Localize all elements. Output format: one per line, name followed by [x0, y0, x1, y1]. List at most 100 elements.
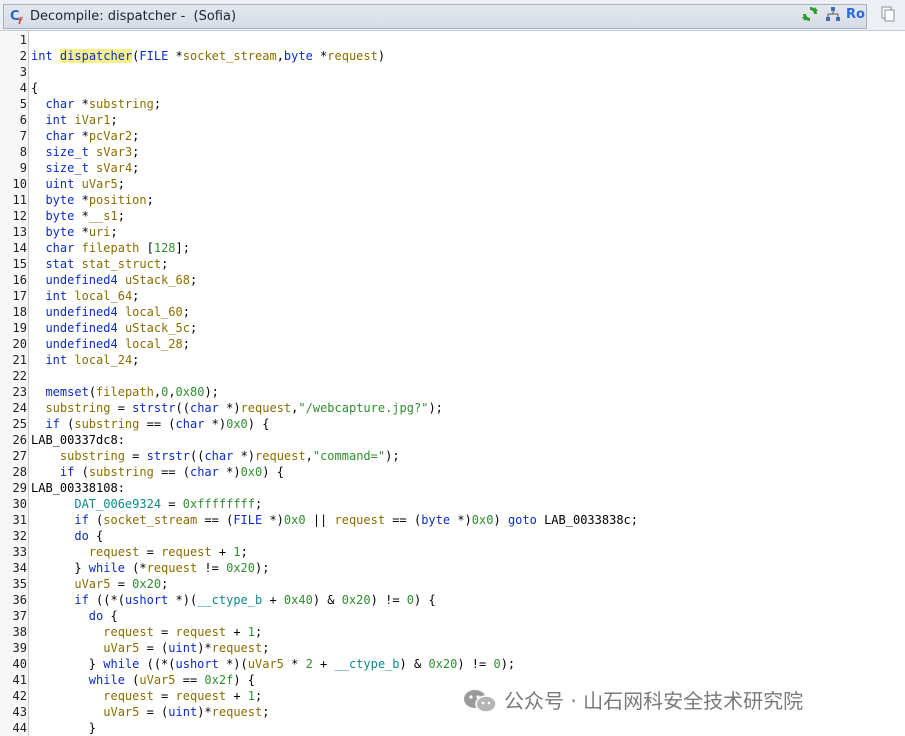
- code-line[interactable]: 38 request = request + 1;: [0, 624, 905, 640]
- line-number: 21: [12, 353, 27, 367]
- title-bar: Cf Decompile: dispatcher - (Sofia) Ro: [0, 0, 905, 31]
- line-number: 41: [12, 673, 27, 687]
- code-line[interactable]: 37 do {: [0, 608, 905, 624]
- code-text: if (socket_stream == (FILE *)0x0 || requ…: [74, 513, 638, 527]
- code-text: request = request + 1;: [88, 545, 248, 559]
- refresh-icon[interactable]: [801, 5, 819, 25]
- code-line[interactable]: 14 char filepath [128];: [0, 240, 905, 256]
- code-text: if (substring == (char *)0x0) {: [59, 465, 284, 479]
- code-line[interactable]: 9 size_t sVar4;: [0, 160, 905, 176]
- watermark: 公众号 · 山石网科安全技术研究院: [462, 683, 892, 719]
- copy-icon[interactable]: [879, 5, 897, 25]
- code-line[interactable]: 21 int local_24;: [0, 352, 905, 368]
- line-number: 34: [12, 561, 27, 575]
- code-line[interactable]: 11 byte *position;: [0, 192, 905, 208]
- decompiler-icon: Cf: [10, 9, 22, 27]
- line-number: 36: [12, 593, 27, 607]
- code-line[interactable]: 17 int local_64;: [0, 288, 905, 304]
- code-line[interactable]: 8 size_t sVar3;: [0, 144, 905, 160]
- code-line[interactable]: 33 request = request + 1;: [0, 544, 905, 560]
- code-text: char *substring;: [45, 97, 162, 111]
- code-line[interactable]: 6 int iVar1;: [0, 112, 905, 128]
- code-line[interactable]: 16 undefined4 uStack_68;: [0, 272, 905, 288]
- code-line[interactable]: 31 if (socket_stream == (FILE *)0x0 || r…: [0, 512, 905, 528]
- code-text: uVar5 = (uint)*request;: [103, 641, 270, 655]
- code-text: undefined4 uStack_5c;: [45, 321, 198, 335]
- code-text: LAB_00337dc8:: [31, 433, 125, 447]
- code-text: byte *__s1;: [45, 209, 125, 223]
- code-line[interactable]: 39 uVar5 = (uint)*request;: [0, 640, 905, 656]
- code-line[interactable]: 2 int dispatcher(FILE *socket_stream,byte…: [0, 48, 905, 64]
- code-line[interactable]: 1: [0, 32, 905, 48]
- line-number: 9: [19, 161, 27, 175]
- code-lines: 1 2 int dispatcher(FILE *socket_stream,byt…: [0, 32, 905, 736]
- code-line[interactable]: 12 byte *__s1;: [0, 208, 905, 224]
- read-only-toggle[interactable]: Ro: [846, 5, 866, 25]
- code-text: byte *uri;: [45, 225, 118, 239]
- line-number: 22: [12, 369, 27, 383]
- line-number: 6: [19, 113, 27, 127]
- code-line[interactable]: 18 undefined4 local_60;: [0, 304, 905, 320]
- code-line[interactable]: 44 }: [0, 720, 905, 736]
- code-text: substring = strstr((char *)request,"comm…: [59, 449, 400, 463]
- line-number: 7: [19, 129, 27, 143]
- code-editor[interactable]: 1 2 int dispatcher(FILE *socket_stream,byt…: [0, 31, 905, 736]
- code-text: DAT_006e9324 = 0xffffffff;: [74, 497, 263, 511]
- line-number: 4: [19, 81, 27, 95]
- decompile-tab[interactable]: Cf Decompile: dispatcher - (Sofia): [3, 4, 867, 29]
- code-line[interactable]: 15 stat stat_struct;: [0, 256, 905, 272]
- code-line[interactable]: 34 } while (*request != 0x20);: [0, 560, 905, 576]
- code-line[interactable]: 27 substring = strstr((char *)request,"c…: [0, 448, 905, 464]
- code-line[interactable]: 7 char *pcVar2;: [0, 128, 905, 144]
- code-text: int iVar1;: [45, 113, 118, 127]
- line-number: 38: [12, 625, 27, 639]
- code-line[interactable]: 25 if (substring == (char *)0x0) {: [0, 416, 905, 432]
- code-text: char *pcVar2;: [45, 129, 140, 143]
- line-number: 18: [12, 305, 27, 319]
- line-number: 39: [12, 641, 27, 655]
- decompiler-window: Cf Decompile: dispatcher - (Sofia) Ro 1 …: [0, 0, 905, 736]
- code-line[interactable]: 35 uVar5 = 0x20;: [0, 576, 905, 592]
- code-text: undefined4 local_28;: [45, 337, 190, 351]
- line-number: 11: [12, 193, 27, 207]
- code-line[interactable]: 26 LAB_00337dc8:: [0, 432, 905, 448]
- code-line[interactable]: 36 if ((*(ushort *)(__ctype_b + 0x40) & …: [0, 592, 905, 608]
- line-number: 20: [12, 337, 27, 351]
- line-number: 10: [12, 177, 27, 191]
- code-line[interactable]: 13 byte *uri;: [0, 224, 905, 240]
- line-number: 40: [12, 657, 27, 671]
- code-text: char filepath [128];: [45, 241, 190, 255]
- code-line[interactable]: 30 DAT_006e9324 = 0xffffffff;: [0, 496, 905, 512]
- code-text: uint uVar5;: [45, 177, 125, 191]
- code-text: do {: [88, 609, 118, 623]
- code-line[interactable]: 20 undefined4 local_28;: [0, 336, 905, 352]
- code-line[interactable]: 32 do {: [0, 528, 905, 544]
- code-text: int dispatcher(FILE *socket_stream,byte …: [31, 49, 386, 63]
- code-line[interactable]: 23 memset(filepath,0,0x80);: [0, 384, 905, 400]
- code-line[interactable]: 28 if (substring == (char *)0x0) {: [0, 464, 905, 480]
- line-number: 29: [12, 481, 27, 495]
- code-text: request = request + 1;: [103, 625, 263, 639]
- code-line[interactable]: 5 char *substring;: [0, 96, 905, 112]
- code-text: byte *position;: [45, 193, 154, 207]
- code-line[interactable]: 24 substring = strstr((char *)request,"/…: [0, 400, 905, 416]
- line-number: 35: [12, 577, 27, 591]
- code-text: size_t sVar4;: [45, 161, 140, 175]
- line-number: 3: [19, 65, 27, 79]
- line-number: 19: [12, 321, 27, 335]
- code-text: while (uVar5 == 0x2f) {: [88, 673, 255, 687]
- code-text: uVar5 = (uint)*request;: [103, 705, 270, 719]
- code-line[interactable]: 4{: [0, 80, 905, 96]
- code-line[interactable]: 29 LAB_00338108:: [0, 480, 905, 496]
- code-line[interactable]: 19 undefined4 uStack_5c;: [0, 320, 905, 336]
- function-graph-icon[interactable]: [824, 5, 842, 25]
- line-number: 2: [19, 49, 27, 63]
- line-number: 26: [12, 433, 27, 447]
- code-text: if ((*(ushort *)(__ctype_b + 0x40) & 0x2…: [74, 593, 436, 607]
- code-line[interactable]: 22: [0, 368, 905, 384]
- code-line[interactable]: 40 } while ((*(ushort *)(uVar5 * 2 + __c…: [0, 656, 905, 672]
- code-text: {: [31, 81, 39, 95]
- code-line[interactable]: 10 uint uVar5;: [0, 176, 905, 192]
- code-line[interactable]: 3: [0, 64, 905, 80]
